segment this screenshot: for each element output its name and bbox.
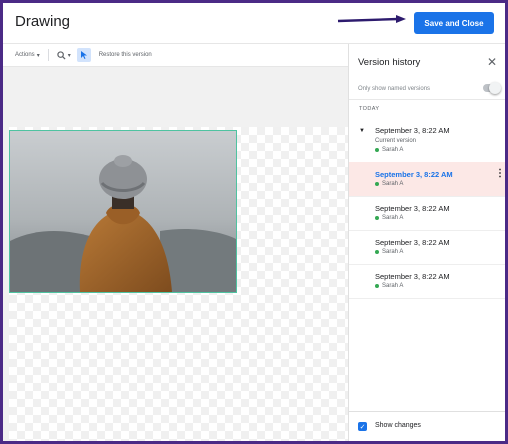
version-item[interactable]: September 3, 8:22 AM Sarah A (349, 264, 505, 299)
version-date: September 3, 8:22 AM (375, 170, 453, 179)
version-date: September 3, 8:22 AM (375, 126, 450, 135)
chevron-down-icon: ▾ (36, 52, 40, 59)
divider (349, 99, 505, 100)
chevron-down-icon: ▾ (67, 52, 71, 59)
version-item[interactable]: September 3, 8:22 AM Sarah A (349, 196, 505, 231)
group-label-today: TODAY (359, 106, 380, 112)
user-name: Sarah A (382, 147, 404, 153)
version-user: Sarah A (375, 249, 403, 255)
version-user: Sarah A (375, 283, 403, 289)
user-color-dot (375, 284, 379, 288)
zoom-icon (57, 50, 66, 60)
app-window: Drawing Save and Close Actions ▾ ▾ Resto… (3, 3, 505, 441)
user-color-dot (375, 216, 379, 220)
actions-label: Actions (15, 52, 35, 58)
cursor-icon (80, 51, 87, 59)
annotation-arrow (337, 15, 406, 23)
version-user: Sarah A (375, 215, 403, 221)
user-name: Sarah A (382, 181, 404, 187)
close-icon[interactable]: ✕ (487, 55, 497, 69)
more-vert-icon[interactable]: ⋮ (495, 168, 505, 179)
save-and-close-button[interactable]: Save and Close (414, 12, 494, 34)
drawing-canvas[interactable] (3, 67, 348, 441)
version-item[interactable]: September 3, 8:22 AM Sarah A (349, 230, 505, 265)
version-date: September 3, 8:22 AM (375, 272, 450, 281)
version-user: Sarah A (375, 147, 403, 153)
user-color-dot (375, 182, 379, 186)
named-versions-toggle[interactable] (483, 82, 501, 94)
version-subtitle: Current version (375, 138, 417, 144)
toggle-knob (489, 82, 501, 94)
restore-version-button[interactable]: Restore this version (99, 52, 152, 58)
user-color-dot (375, 148, 379, 152)
version-item-current[interactable]: ▼ September 3, 8:22 AM Current version S… (349, 118, 505, 163)
named-versions-toggle-label: Only show named versions (358, 86, 431, 92)
toolbar-divider (47, 49, 49, 61)
toolbar: Actions ▾ ▾ Restore this version (3, 44, 348, 67)
show-changes-label: Show changes (375, 422, 421, 429)
header: Drawing Save and Close (3, 3, 505, 44)
version-date: September 3, 8:22 AM (375, 238, 450, 247)
user-name: Sarah A (382, 283, 404, 289)
actions-menu[interactable]: Actions ▾ (15, 52, 40, 59)
version-history-panel: Version history ✕ Only show named versio… (348, 44, 505, 441)
panel-title: Version history (358, 57, 421, 68)
select-tool-button[interactable] (76, 48, 91, 62)
user-name: Sarah A (382, 249, 404, 255)
user-name: Sarah A (382, 215, 404, 221)
version-user: Sarah A (375, 181, 403, 187)
page-title: Drawing (15, 13, 71, 30)
caret-down-icon[interactable]: ▼ (359, 128, 365, 134)
version-item-selected[interactable]: September 3, 8:22 AM Sarah A ⋮ (349, 162, 505, 197)
show-changes-checkbox[interactable]: ✓ (358, 422, 367, 431)
photo-image[interactable] (9, 130, 237, 293)
zoom-menu[interactable]: ▾ (57, 50, 71, 60)
panel-footer: ✓ Show changes (349, 411, 505, 441)
user-color-dot (375, 250, 379, 254)
version-date: September 3, 8:22 AM (375, 204, 450, 213)
